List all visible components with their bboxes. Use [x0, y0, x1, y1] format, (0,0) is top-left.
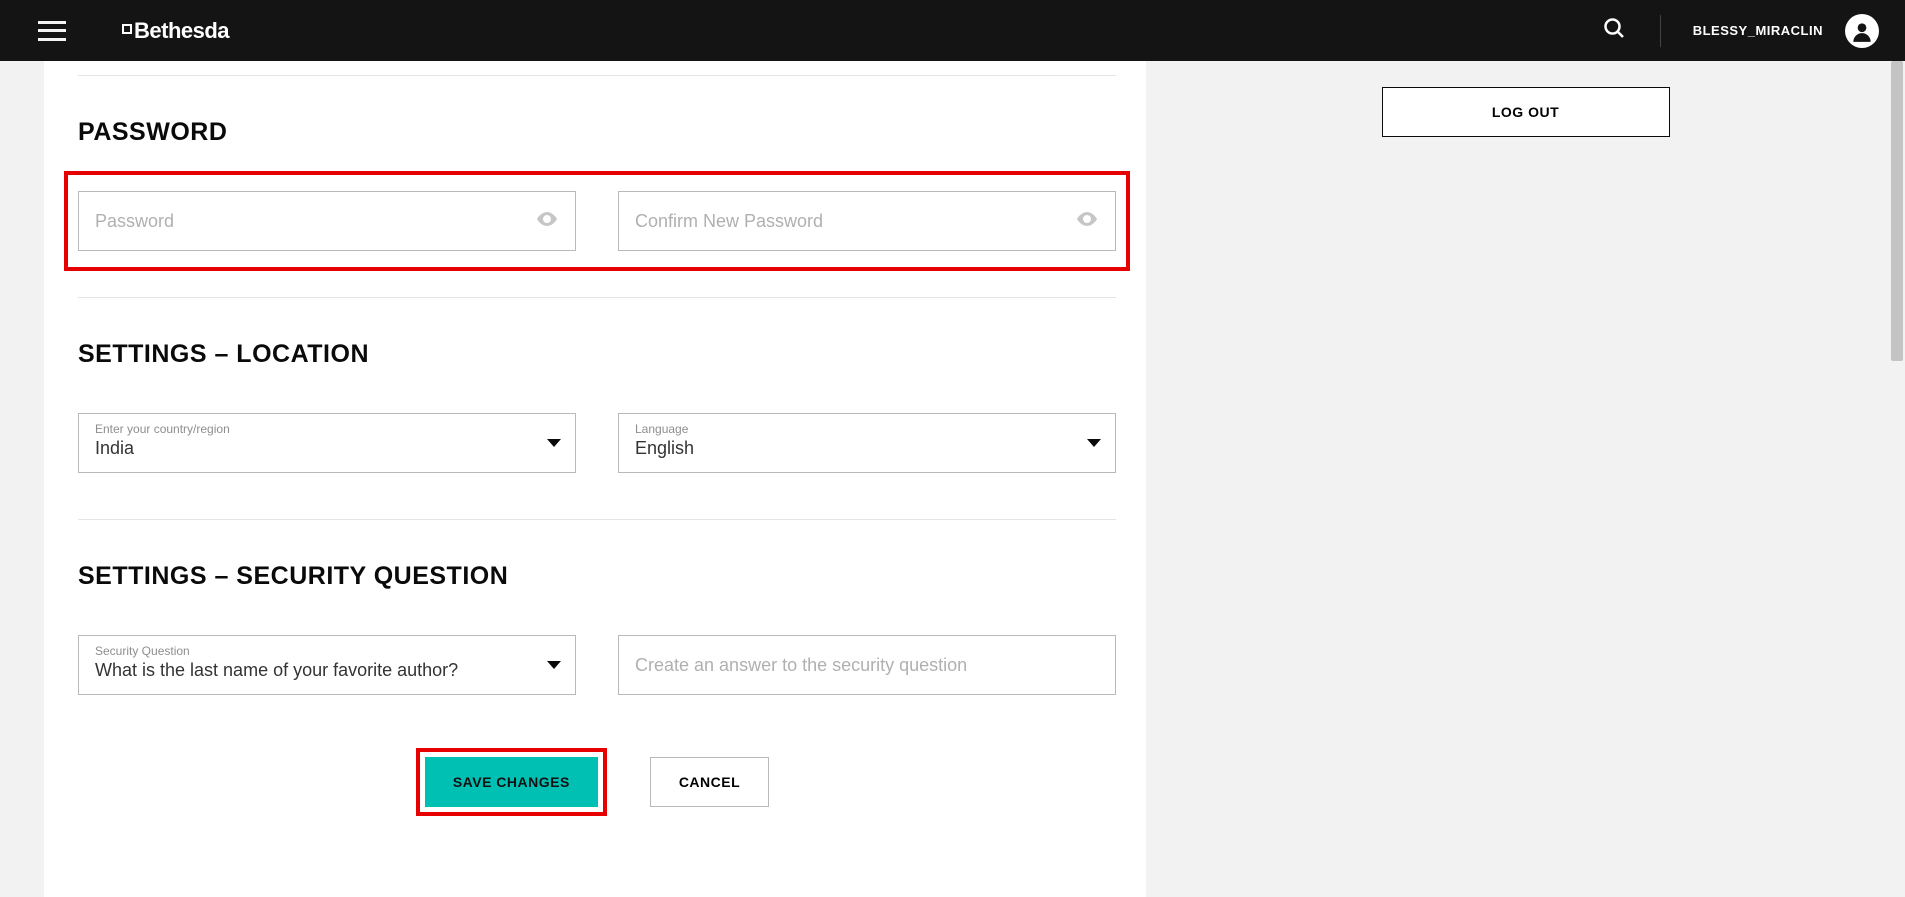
country-label: Enter your country/region	[95, 422, 230, 436]
confirm-password-input[interactable]	[635, 211, 1075, 232]
security-question-select[interactable]: Security Question What is the last name …	[78, 635, 576, 695]
avatar[interactable]	[1845, 14, 1879, 48]
header-divider	[1660, 15, 1661, 47]
security-answer-input[interactable]	[635, 655, 1099, 676]
country-select[interactable]: Enter your country/region India	[78, 413, 576, 473]
scrollbar-thumb[interactable]	[1891, 61, 1903, 361]
divider	[78, 519, 1116, 520]
brand-name: Bethesda	[134, 18, 229, 43]
location-row: Enter your country/region India Language…	[78, 413, 1116, 473]
divider	[78, 75, 1116, 76]
cancel-button[interactable]: CANCEL	[650, 757, 769, 807]
language-value: English	[635, 438, 1099, 459]
section-title-security: SETTINGS – SECURITY QUESTION	[78, 562, 1116, 591]
password-input[interactable]	[95, 211, 535, 232]
brand-logo[interactable]: Bethesda	[122, 18, 229, 44]
country-value: India	[95, 438, 559, 459]
side-column: LOG OUT	[1146, 61, 1905, 897]
security-row: Security Question What is the last name …	[78, 635, 1116, 695]
language-label: Language	[635, 422, 688, 436]
section-title-location: SETTINGS – LOCATION	[78, 340, 1116, 369]
security-question-label: Security Question	[95, 644, 190, 658]
scrollbar[interactable]	[1889, 61, 1905, 897]
divider	[78, 297, 1116, 298]
app-header: Bethesda BLESSY_MIRACLIN	[0, 0, 1905, 61]
eye-icon[interactable]	[535, 207, 559, 236]
save-button[interactable]: SAVE CHANGES	[425, 757, 598, 807]
language-select[interactable]: Language English	[618, 413, 1116, 473]
chevron-down-icon	[547, 661, 561, 669]
security-answer-field-wrap	[618, 635, 1116, 695]
menu-icon[interactable]	[38, 21, 66, 41]
search-icon[interactable]	[1602, 16, 1626, 45]
logout-button[interactable]: LOG OUT	[1382, 87, 1670, 137]
password-field-wrap	[78, 191, 576, 251]
brand-mark-icon	[122, 24, 132, 34]
section-title-password: PASSWORD	[78, 118, 1116, 147]
user-icon	[1849, 18, 1875, 44]
password-row	[78, 191, 1116, 251]
header-username[interactable]: BLESSY_MIRACLIN	[1693, 23, 1823, 38]
confirm-password-field-wrap	[618, 191, 1116, 251]
settings-card: PASSWORD SETTINGS – LOCATION Enter your …	[44, 61, 1146, 897]
eye-icon[interactable]	[1075, 207, 1099, 236]
chevron-down-icon	[547, 439, 561, 447]
form-actions: SAVE CHANGES CANCEL	[78, 757, 1116, 807]
security-question-value: What is the last name of your favorite a…	[95, 660, 559, 681]
chevron-down-icon	[1087, 439, 1101, 447]
